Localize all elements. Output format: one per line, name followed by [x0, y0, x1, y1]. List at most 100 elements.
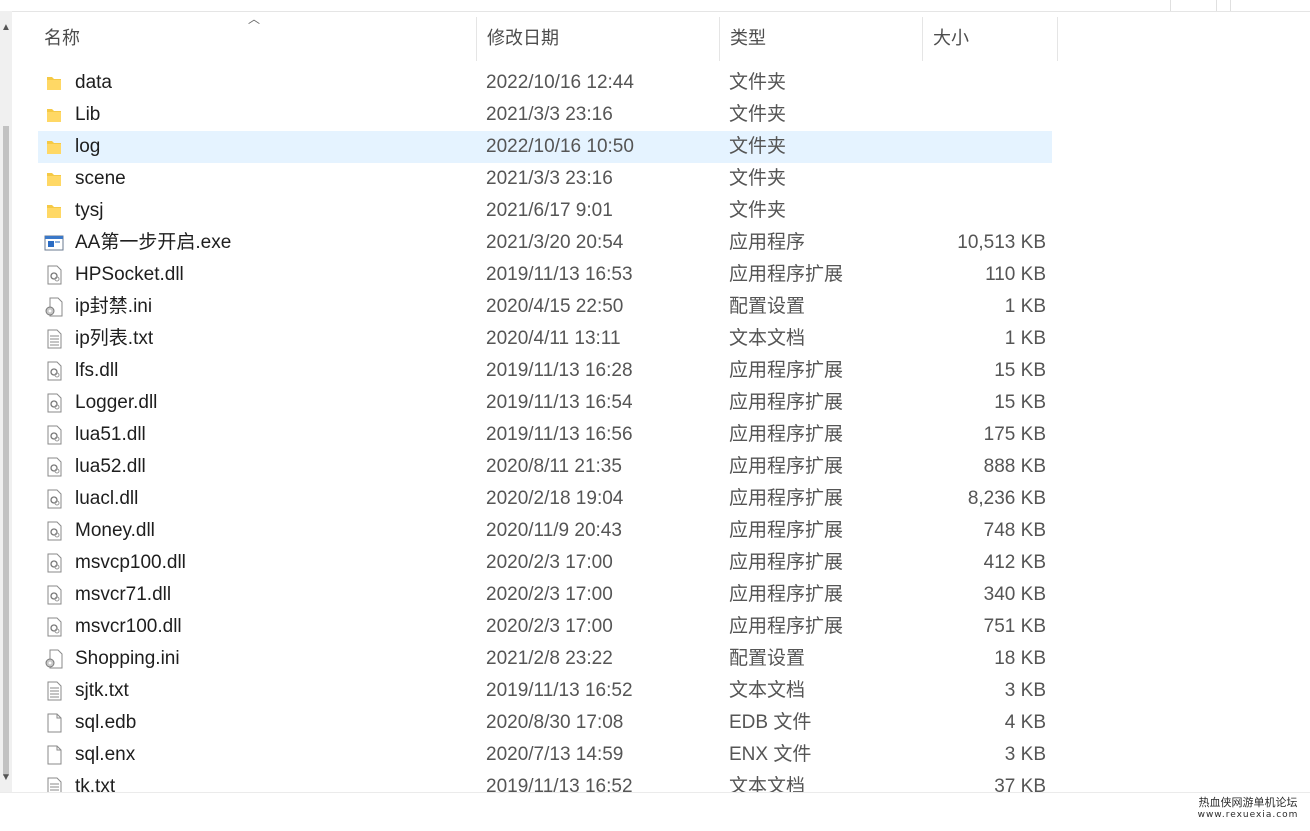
file-name: Lib — [75, 104, 101, 125]
folder-icon — [44, 137, 64, 157]
file-type: 文件夹 — [729, 168, 787, 189]
file-row[interactable]: Logger.dll 2019/11/13 16:54 应用程序扩展 15 KB — [38, 387, 1052, 419]
file-row[interactable]: Lib 2021/3/3 23:16 文件夹 — [38, 99, 1052, 131]
column-header-size[interactable]: 大小 — [923, 11, 1057, 61]
file-modified-date: 2020/8/30 17:08 — [486, 712, 624, 733]
file-modified-date: 2019/11/13 16:52 — [486, 680, 633, 701]
file-name: msvcr100.dll — [75, 616, 182, 637]
file-name: Money.dll — [75, 520, 155, 541]
file-size: 3 KB — [1004, 744, 1046, 765]
file-row[interactable]: log 2022/10/16 10:50 文件夹 — [38, 131, 1052, 163]
file-modified-date: 2020/2/18 19:04 — [486, 488, 624, 509]
file-row[interactable]: lua51.dll 2019/11/13 16:56 应用程序扩展 175 KB — [38, 419, 1052, 451]
text-file-icon — [44, 681, 64, 701]
settings-file-icon — [44, 649, 64, 669]
file-type: ENX 文件 — [729, 744, 812, 765]
dll-icon — [44, 585, 64, 605]
folder-icon — [44, 105, 64, 125]
scrollbar-thumb[interactable] — [3, 126, 9, 776]
file-row[interactable]: sjtk.txt 2019/11/13 16:52 文本文档 3 KB — [38, 675, 1052, 707]
file-modified-date: 2019/11/13 16:56 — [486, 424, 633, 445]
dll-icon — [44, 489, 64, 509]
file-modified-date: 2020/7/13 14:59 — [486, 744, 624, 765]
scroll-up-arrow-icon[interactable]: ▲ — [1, 23, 11, 33]
file-row[interactable]: sql.enx 2020/7/13 14:59 ENX 文件 3 KB — [38, 739, 1052, 771]
file-type: 应用程序 — [729, 232, 806, 253]
file-modified-date: 2020/4/15 22:50 — [486, 296, 624, 317]
file-row[interactable]: AA第一步开启.exe 2021/3/20 20:54 应用程序 10,513 KB — [38, 227, 1052, 259]
file-modified-date: 2019/11/13 16:54 — [486, 392, 633, 413]
file-name: scene — [75, 168, 126, 189]
file-modified-date: 2020/11/9 20:43 — [486, 520, 622, 541]
file-type: EDB 文件 — [729, 712, 812, 733]
file-row[interactable]: msvcp100.dll 2020/2/3 17:00 应用程序扩展 412 KB — [38, 547, 1052, 579]
file-name: sjtk.txt — [75, 680, 129, 701]
file-size: 888 KB — [983, 456, 1046, 477]
text-file-icon — [44, 329, 64, 349]
file-row[interactable]: data 2022/10/16 12:44 文件夹 — [38, 67, 1052, 99]
file-modified-date: 2021/6/17 9:01 — [486, 200, 613, 221]
vertical-scrollbar[interactable]: ▲ ▼ — [0, 11, 12, 792]
dll-icon — [44, 393, 64, 413]
file-size: 4 KB — [1004, 712, 1046, 733]
file-row[interactable]: lua52.dll 2020/8/11 21:35 应用程序扩展 888 KB — [38, 451, 1052, 483]
folder-icon — [44, 201, 64, 221]
file-row[interactable]: Shopping.ini 2021/2/8 23:22 配置设置 18 KB — [38, 643, 1052, 675]
file-type: 应用程序扩展 — [729, 392, 844, 413]
file-row[interactable]: lfs.dll 2019/11/13 16:28 应用程序扩展 15 KB — [38, 355, 1052, 387]
file-name: AA第一步开启.exe — [75, 232, 232, 253]
file-row[interactable]: luacl.dll 2020/2/18 19:04 应用程序扩展 8,236 KB — [38, 483, 1052, 515]
status-bar-edge — [0, 792, 1310, 831]
file-type: 应用程序扩展 — [729, 360, 844, 381]
dll-icon — [44, 617, 64, 637]
file-size: 1 KB — [1004, 328, 1046, 349]
file-modified-date: 2021/3/3 23:16 — [486, 168, 613, 189]
file-modified-date: 2022/10/16 10:50 — [486, 136, 634, 157]
folder-icon — [44, 73, 64, 93]
scroll-down-arrow-icon[interactable]: ▼ — [1, 773, 11, 783]
file-row[interactable]: sql.edb 2020/8/30 17:08 EDB 文件 4 KB — [38, 707, 1052, 739]
file-row[interactable]: tysj 2021/6/17 9:01 文件夹 — [38, 195, 1052, 227]
file-row[interactable]: HPSocket.dll 2019/11/13 16:53 应用程序扩展 110 KB — [38, 259, 1052, 291]
settings-file-icon — [44, 297, 64, 317]
file-size: 110 KB — [985, 264, 1046, 285]
file-name: HPSocket.dll — [75, 264, 184, 285]
file-size: 175 KB — [983, 424, 1046, 445]
dll-icon — [44, 521, 64, 541]
column-divider[interactable] — [1057, 17, 1058, 61]
column-header-type[interactable]: 类型 — [720, 11, 922, 61]
file-name: log — [75, 136, 101, 157]
watermark-url: www.rexuexia.com — [1197, 810, 1299, 820]
file-row[interactable]: scene 2021/3/3 23:16 文件夹 — [38, 163, 1052, 195]
file-size: 15 KB — [994, 360, 1046, 381]
application-icon — [44, 233, 64, 253]
folder-icon — [44, 169, 64, 189]
file-row[interactable]: msvcr100.dll 2020/2/3 17:00 应用程序扩展 751 KB — [38, 611, 1052, 643]
dll-icon — [44, 265, 64, 285]
file-name: lua51.dll — [75, 424, 146, 445]
file-size: 8,236 KB — [967, 488, 1046, 509]
file-name: sql.enx — [75, 744, 136, 765]
column-header-name[interactable]: 名称 — [12, 11, 476, 61]
dll-icon — [44, 425, 64, 445]
file-modified-date: 2022/10/16 12:44 — [486, 72, 634, 93]
file-name: msvcp100.dll — [75, 552, 186, 573]
file-type: 配置设置 — [729, 648, 806, 669]
file-row[interactable]: Money.dll 2020/11/9 20:43 应用程序扩展 748 KB — [38, 515, 1052, 547]
column-header-date[interactable]: 修改日期 — [477, 11, 719, 61]
file-size: 15 KB — [994, 392, 1046, 413]
dll-icon — [44, 553, 64, 573]
file-modified-date: 2020/2/3 17:00 — [486, 584, 613, 605]
file-row[interactable]: ip列表.txt 2020/4/11 13:11 文本文档 1 KB — [38, 323, 1052, 355]
file-size: 412 KB — [983, 552, 1046, 573]
blank-file-icon — [44, 713, 64, 733]
file-modified-date: 2020/8/11 21:35 — [486, 456, 622, 477]
file-type: 应用程序扩展 — [729, 520, 844, 541]
file-name: msvcr71.dll — [75, 584, 172, 605]
file-type: 应用程序扩展 — [729, 552, 844, 573]
toolbar-divider — [1216, 0, 1217, 11]
file-row[interactable]: msvcr71.dll 2020/2/3 17:00 应用程序扩展 340 KB — [38, 579, 1052, 611]
watermark: 热血侠网游单机论坛 www.rexuexia.com — [1188, 796, 1308, 822]
file-type: 文本文档 — [729, 328, 806, 349]
file-row[interactable]: ip封禁.ini 2020/4/15 22:50 配置设置 1 KB — [38, 291, 1052, 323]
